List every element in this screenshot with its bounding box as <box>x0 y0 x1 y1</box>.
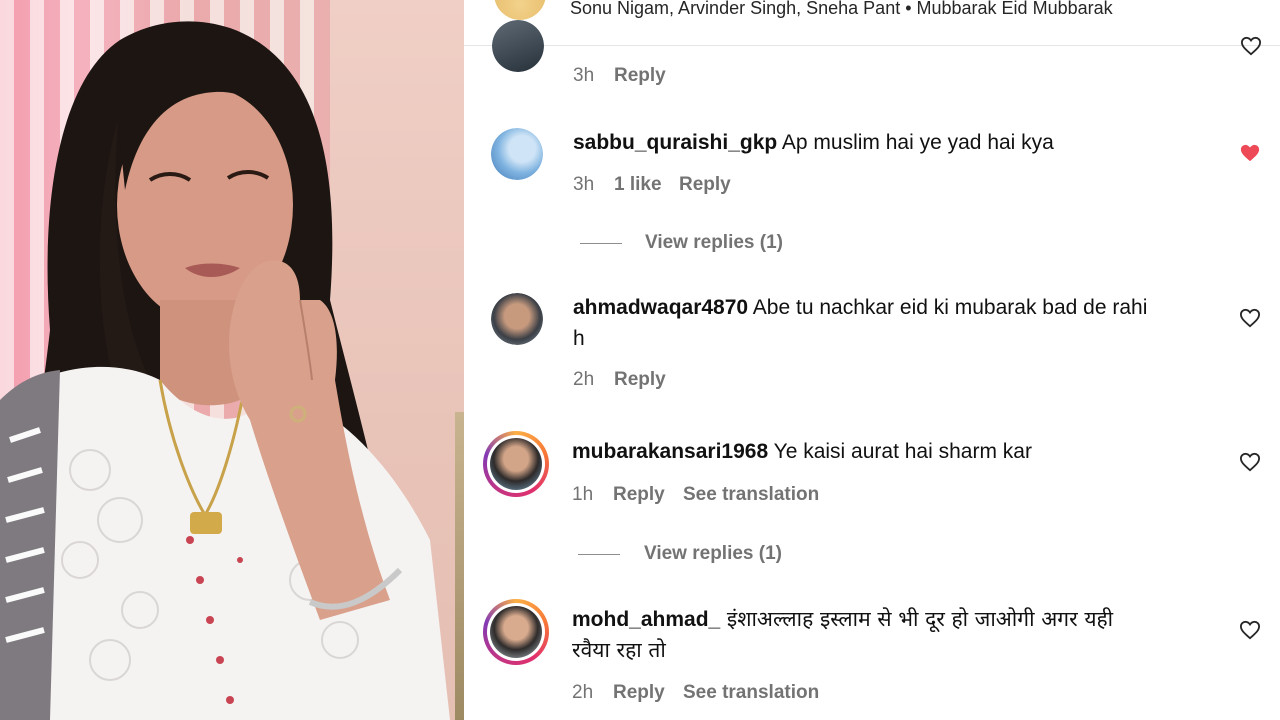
view-replies-button[interactable]: View replies (1) <box>644 542 782 566</box>
comment-text: Ap muslim hai ye yad hai kya <box>781 131 1054 154</box>
comment-time: 3h <box>573 65 595 86</box>
header-text: Sonu Nigam, Arvinder Singh, Sneha Pant •… <box>570 0 1113 18</box>
replies-line <box>580 243 622 244</box>
comment-text-line1: इंशाअल्लाह इस्लाम से भी दूर हो जाओगी अगर… <box>726 607 1114 631</box>
comment-avatar-story-ring[interactable] <box>483 599 549 665</box>
reply-button[interactable]: Reply <box>614 368 666 392</box>
comment-text-line2: h <box>573 327 585 350</box>
comment-username[interactable]: sabbu_quraishi_gkp <box>573 131 777 154</box>
comment-avatar[interactable] <box>492 20 544 72</box>
comment-text-line1: Abe tu nachkar eid ki mubarak bad de rah… <box>752 296 1148 319</box>
comment-avatar[interactable] <box>491 128 543 180</box>
like-heart-icon[interactable] <box>1239 620 1261 640</box>
header-divider <box>464 45 1280 46</box>
header-avatar[interactable] <box>494 0 546 20</box>
comments-panel[interactable]: Sonu Nigam, Arvinder Singh, Sneha Pant •… <box>464 0 1280 720</box>
comment-text: Ye kaisi aurat hai sharm kar <box>773 440 1032 463</box>
liked-heart-icon[interactable] <box>1239 143 1261 163</box>
replies-line <box>578 554 620 555</box>
comment-avatar[interactable] <box>491 293 543 345</box>
comment-time: 3h <box>573 174 595 195</box>
comment-likes[interactable]: 1 like <box>614 173 662 197</box>
see-translation-button[interactable]: See translation <box>683 483 819 507</box>
comment-body: mohd_ahmad_ इंशाअल्लाह इस्लाम से भी दूर … <box>572 604 1113 635</box>
like-heart-icon[interactable] <box>1239 452 1261 472</box>
comment-username[interactable]: mubarakansari1968 <box>572 440 768 463</box>
comment-time: 2h <box>572 682 594 703</box>
comment-body: sabbu_quraishi_gkp Ap muslim hai ye yad … <box>573 128 1054 158</box>
comment-username[interactable]: ahmadwaqar4870 <box>573 296 748 319</box>
comment-time: 2h <box>573 369 595 390</box>
comment-text-line2: रवैया रहा तो <box>572 638 666 662</box>
like-heart-icon[interactable] <box>1239 308 1261 328</box>
comment-time: 1h <box>572 484 594 505</box>
reply-button[interactable]: Reply <box>613 681 665 705</box>
comment-username[interactable]: mohd_ahmad_ <box>572 608 720 631</box>
comment-body: ahmadwaqar4870 Abe tu nachkar eid ki mub… <box>573 293 1147 323</box>
view-replies-button[interactable]: View replies (1) <box>645 231 783 255</box>
like-heart-icon[interactable] <box>1240 36 1262 56</box>
post-header: Sonu Nigam, Arvinder Singh, Sneha Pant •… <box>464 0 1280 45</box>
comment-avatar-story-ring[interactable] <box>483 431 549 497</box>
reply-button[interactable]: Reply <box>613 483 665 507</box>
comment-body: mubarakansari1968 Ye kaisi aurat hai sha… <box>572 437 1032 467</box>
see-translation-button[interactable]: See translation <box>683 681 819 705</box>
reply-button[interactable]: Reply <box>679 173 731 197</box>
reply-button[interactable]: Reply <box>614 64 666 88</box>
photo-edge-strip <box>455 412 464 720</box>
post-photo <box>0 0 464 720</box>
woman-portrait <box>0 21 450 720</box>
